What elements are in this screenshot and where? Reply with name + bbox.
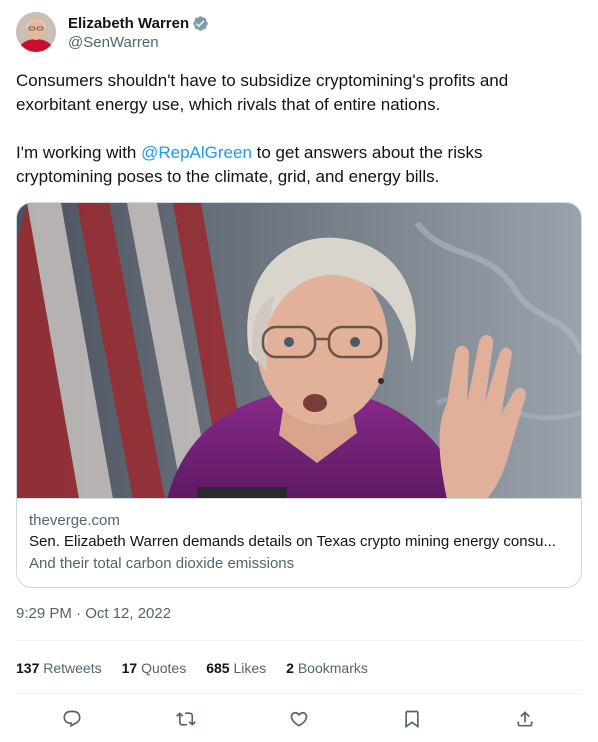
tweet-text: Consumers shouldn't have to subsidize cr… (16, 69, 582, 189)
retweets-count: 137 (16, 660, 40, 676)
divider (16, 693, 582, 694)
retweets-stat[interactable]: 137 Retweets (16, 658, 102, 678)
tweet-paragraph-1: Consumers shouldn't have to subsidize cr… (16, 71, 509, 114)
like-button[interactable] (284, 704, 314, 734)
quotes-label: Quotes (141, 660, 187, 676)
likes-label: Likes (233, 660, 267, 676)
action-bar (16, 704, 582, 734)
card-domain: theverge.com (29, 512, 120, 529)
tweet-header: Elizabeth Warren @SenWarren (16, 12, 582, 54)
tweet-text-segment: I'm working with (16, 143, 142, 162)
retweet-button[interactable] (171, 704, 201, 734)
retweets-label: Retweets (43, 660, 102, 676)
share-icon (517, 711, 533, 727)
mention-link[interactable]: @RepAlGreen (141, 143, 252, 162)
card-meta: theverge.com Sen. Elizabeth Warren deman… (29, 511, 569, 575)
reply-icon (63, 710, 81, 728)
quotes-count: 17 (121, 660, 138, 676)
retweet-icon (176, 712, 196, 726)
card-image[interactable] (17, 203, 581, 499)
bookmark-button[interactable] (397, 704, 427, 734)
reply-button[interactable] (57, 704, 87, 734)
verified-badge-icon[interactable] (192, 15, 209, 32)
card-title: Sen. Elizabeth Warren demands details on… (29, 533, 556, 550)
bookmark-icon (405, 710, 419, 729)
share-button[interactable] (510, 704, 540, 734)
likes-stat[interactable]: 685 Likes (206, 658, 266, 678)
link-card[interactable]: theverge.com Sen. Elizabeth Warren deman… (16, 202, 582, 588)
bookmarks-label: Bookmarks (297, 660, 368, 676)
author-handle[interactable]: @SenWarren (68, 33, 159, 53)
author-avatar[interactable] (16, 12, 56, 52)
author-name[interactable]: Elizabeth Warren (68, 15, 189, 32)
bookmarks-count: 2 (286, 660, 294, 676)
tweet-timestamp[interactable]: 9:29 PM · Oct 12, 2022 (16, 604, 171, 624)
heart-icon (290, 711, 308, 727)
name-row: Elizabeth Warren (68, 13, 209, 33)
card-description: And their total carbon dioxide emissions (29, 555, 295, 572)
tweet-paragraph-2: I'm working with @RepAlGreen to get answ… (16, 141, 582, 189)
engagement-stats: 137 Retweets 17 Quotes 685 Likes 2 Bookm… (16, 657, 388, 679)
quotes-stat[interactable]: 17 Quotes (122, 658, 187, 678)
bookmarks-stat[interactable]: 2 Bookmarks (286, 658, 368, 678)
likes-count: 685 (206, 660, 230, 676)
divider (16, 640, 582, 641)
